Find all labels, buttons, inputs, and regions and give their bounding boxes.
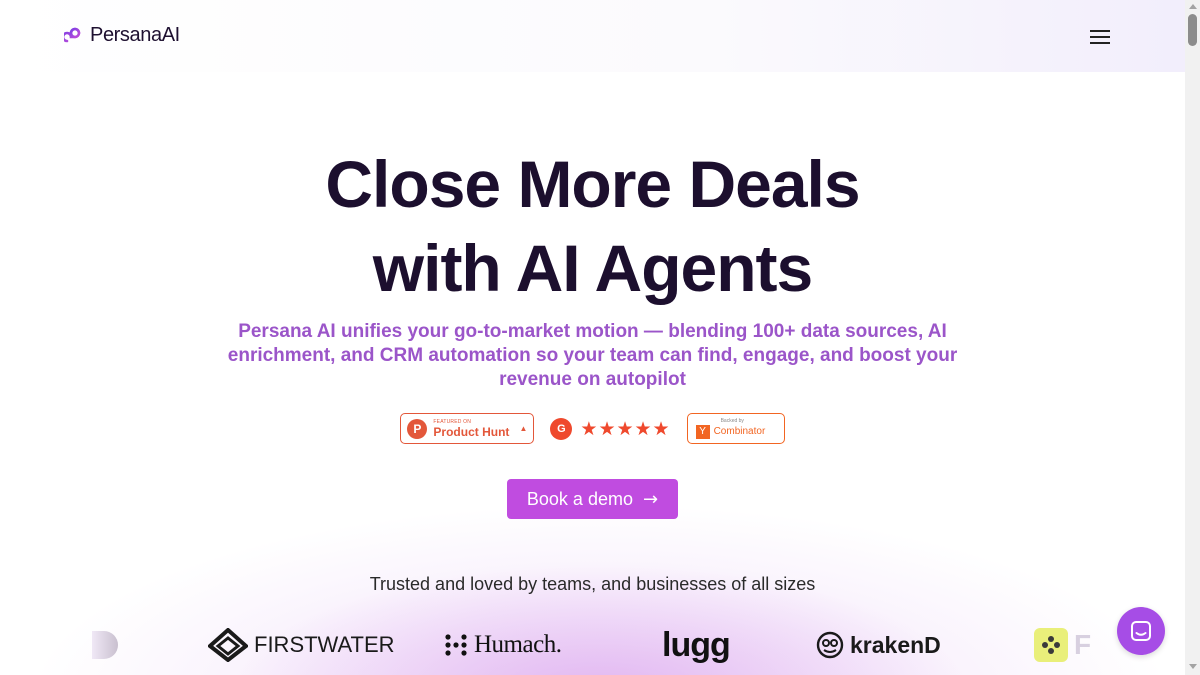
logo[interactable]: PersanaAI xyxy=(64,24,180,47)
hamburger-icon xyxy=(1090,30,1110,32)
customer-logo-partial xyxy=(92,622,118,668)
trusted-by-text: Trusted and loved by teams, and business… xyxy=(369,574,816,594)
ycombinator-icon: Y xyxy=(695,424,710,439)
scroll-up-arrow-icon[interactable] xyxy=(1189,4,1197,9)
customer-logo-lugg: lugg xyxy=(662,622,731,668)
persana-logo-icon xyxy=(64,27,81,42)
ycombinator-badge[interactable]: Backed by Y Combinator xyxy=(686,413,785,444)
hero-title-line2: with AI Agents xyxy=(372,231,813,305)
krakend-text: krakenD xyxy=(850,631,941,658)
humach-text: Humach. xyxy=(474,631,562,658)
yellow-logo-icon xyxy=(1034,628,1068,662)
vertical-scrollbar[interactable] xyxy=(1185,0,1200,675)
book-demo-button[interactable]: Book a demo → xyxy=(507,479,678,519)
firstwater-logo-icon xyxy=(208,628,248,662)
humach-dots-icon xyxy=(445,634,467,656)
customer-logo-humach: Humach. xyxy=(444,622,562,668)
chat-icon xyxy=(1131,621,1151,641)
logo-text: PersanaAI xyxy=(90,24,180,46)
arrow-right-icon: → xyxy=(642,488,659,510)
hero-title-line1: Close More Deals xyxy=(325,147,860,221)
star-rating-icons: ★★★★★ xyxy=(580,417,671,440)
badges-row: P Featured on Product Hunt ▲ G ★★★★★ Bac… xyxy=(0,413,1185,444)
upvote-arrow-icon: ▲ xyxy=(519,424,528,433)
customer-logo-partial-right: F xyxy=(1034,622,1091,668)
product-hunt-small-text: Featured on xyxy=(433,418,472,425)
customer-logo-krakend: krakenD xyxy=(816,622,941,668)
scrollbar-thumb[interactable] xyxy=(1188,14,1197,46)
navbar: PersanaAI xyxy=(0,0,1185,72)
product-hunt-icon: P xyxy=(407,418,428,439)
g2-icon: G xyxy=(550,417,573,440)
book-demo-label: Book a demo xyxy=(526,488,633,509)
firstwater-text: FIRSTWATER xyxy=(254,632,395,657)
landing-page: PersanaAI Close More Deals with AI Agent… xyxy=(0,0,1185,675)
hero-title: Close More Deals with AI Agents xyxy=(0,142,1185,310)
hamburger-menu-button[interactable] xyxy=(1088,26,1112,46)
krakend-logo-icon xyxy=(816,631,844,659)
d-shape-logo-icon xyxy=(92,631,118,659)
customer-logo-firstwater: FIRSTWATER xyxy=(208,622,395,668)
partial-logo-text: F xyxy=(1074,629,1092,660)
ycombinator-small-text: Backed by xyxy=(720,418,744,424)
g2-rating-badge[interactable]: G ★★★★★ xyxy=(550,413,670,444)
hero-subtitle: Persana AI unifies your go-to-market mot… xyxy=(227,321,958,390)
customer-logos-row: FIRSTWATER Humach. lugg krakenD F xyxy=(0,622,1185,672)
scroll-down-arrow-icon[interactable] xyxy=(1189,664,1197,669)
chat-launcher-button[interactable] xyxy=(1117,607,1165,655)
product-hunt-badge[interactable]: P Featured on Product Hunt ▲ xyxy=(400,413,535,444)
lugg-text: lugg xyxy=(662,625,731,664)
ycombinator-label: Combinator xyxy=(713,426,766,437)
product-hunt-label: Product Hunt xyxy=(433,424,510,439)
